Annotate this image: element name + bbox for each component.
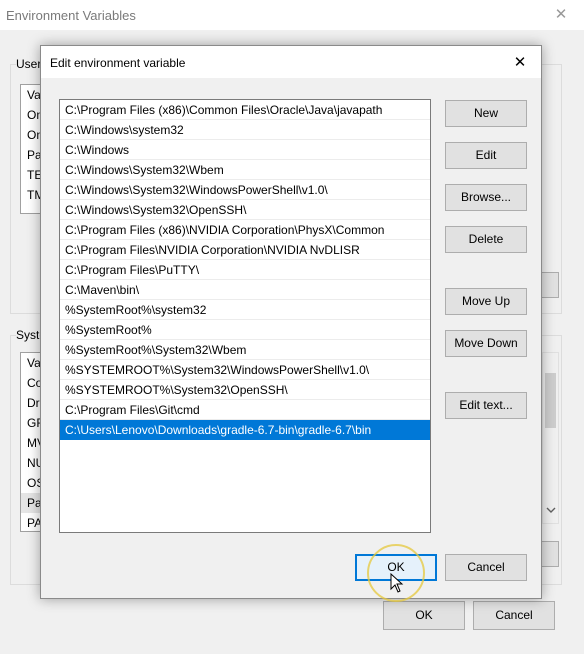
bg-ok-button[interactable]: OK xyxy=(383,601,465,630)
path-list-item[interactable]: C:\Windows xyxy=(60,140,430,160)
move-up-button[interactable]: Move Up xyxy=(445,288,527,315)
bg-cancel-button[interactable]: Cancel xyxy=(473,601,555,630)
path-list-item[interactable]: C:\Maven\bin\ xyxy=(60,280,430,300)
bg-window-title: Environment Variables xyxy=(6,8,136,23)
bg-titlebar: Environment Variables ✕ xyxy=(0,0,584,30)
path-list-item[interactable]: C:\Program Files\NVIDIA Corporation\NVID… xyxy=(60,240,430,260)
cancel-button[interactable]: Cancel xyxy=(445,554,527,581)
path-list-item[interactable]: %SystemRoot% xyxy=(60,320,430,340)
path-list-item[interactable]: C:\Program Files\PuTTY\ xyxy=(60,260,430,280)
delete-button[interactable]: Delete xyxy=(445,226,527,253)
path-list-item[interactable]: C:\Program Files (x86)\Common Files\Orac… xyxy=(60,100,430,120)
scroll-down-icon[interactable] xyxy=(546,505,556,515)
path-list-item[interactable]: C:\Windows\system32 xyxy=(60,120,430,140)
path-list-item[interactable]: C:\Program Files\Git\cmd xyxy=(60,400,430,420)
edit-environment-variable-dialog: Edit environment variable ✕ C:\Program F… xyxy=(40,45,542,599)
move-down-button[interactable]: Move Down xyxy=(445,330,527,357)
bg-close-icon[interactable]: ✕ xyxy=(550,4,572,26)
path-list-item[interactable]: C:\Windows\System32\OpenSSH\ xyxy=(60,200,430,220)
user-delete-button-partial[interactable] xyxy=(541,272,559,298)
path-list-item[interactable]: %SystemRoot%\system32 xyxy=(60,300,430,320)
edit-text-button[interactable]: Edit text... xyxy=(445,392,527,419)
mouse-pointer-icon xyxy=(390,573,404,593)
dialog-titlebar: Edit environment variable ✕ xyxy=(41,46,541,78)
path-list-item[interactable]: %SYSTEMROOT%\System32\WindowsPowerShell\… xyxy=(60,360,430,380)
dialog-title: Edit environment variable xyxy=(50,56,186,70)
path-list-item[interactable]: C:\Program Files (x86)\NVIDIA Corporatio… xyxy=(60,220,430,240)
new-button[interactable]: New xyxy=(445,100,527,127)
edit-button[interactable]: Edit xyxy=(445,142,527,169)
path-list-item[interactable]: C:\Windows\System32\WindowsPowerShell\v1… xyxy=(60,180,430,200)
system-list-scrollbar[interactable] xyxy=(542,352,559,524)
browse-button[interactable]: Browse... xyxy=(445,184,527,211)
path-list[interactable]: C:\Program Files (x86)\Common Files\Orac… xyxy=(59,99,431,533)
path-list-item-selected[interactable]: C:\Users\Lenovo\Downloads\gradle-6.7-bin… xyxy=(60,420,430,440)
path-list-item[interactable]: %SYSTEMROOT%\System32\OpenSSH\ xyxy=(60,380,430,400)
close-icon[interactable]: ✕ xyxy=(509,52,531,74)
system-delete-button-partial[interactable] xyxy=(541,541,559,567)
scrollbar-thumb[interactable] xyxy=(545,373,556,428)
path-list-item[interactable]: %SystemRoot%\System32\Wbem xyxy=(60,340,430,360)
path-list-item[interactable]: C:\Windows\System32\Wbem xyxy=(60,160,430,180)
